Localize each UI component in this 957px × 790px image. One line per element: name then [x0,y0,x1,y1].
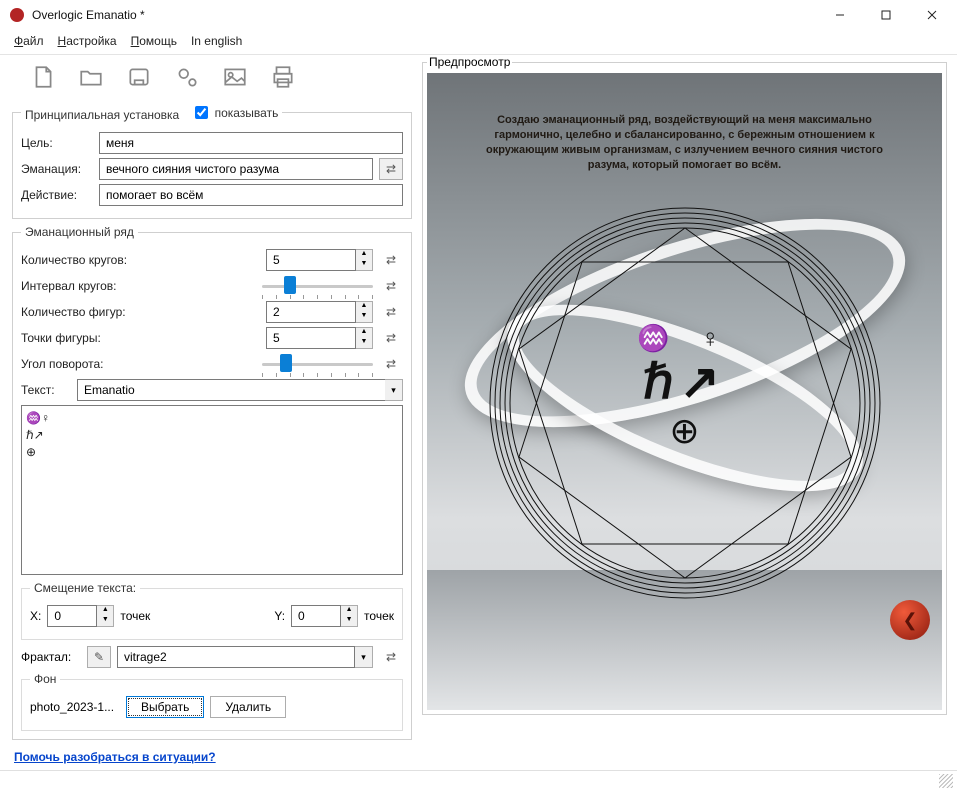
statusbar [0,770,957,790]
emanation-input[interactable] [99,158,373,180]
preview-glyphs: ♒ ♀ ℏ↗ ⊕ [427,323,942,452]
emanation-label: Эманация: [21,162,93,176]
offset-y-spinner[interactable]: ▲▼ [291,605,358,627]
preview-caption: Создаю эманационный ряд, воздействующий … [467,113,902,172]
settings-gears-icon[interactable] [168,61,206,93]
menubar: Файл Настройка Помощь In english [0,30,957,55]
resize-grip-icon[interactable] [939,774,953,788]
principal-install-group: Принципиальная установка показывать Цель… [12,103,412,219]
action-label: Действие: [21,188,93,202]
bg-legend: Фон [30,672,60,686]
maximize-button[interactable] [863,0,909,30]
fractal-combo[interactable]: ▾ [117,646,373,668]
shuffle-circle-count-icon[interactable]: ⇄ [379,249,403,271]
close-button[interactable] [909,0,955,30]
offset-x-label: X: [30,609,41,623]
print-icon[interactable] [264,61,302,93]
edit-fractal-icon[interactable]: ✎ [87,646,111,668]
toolbar [12,55,412,97]
rotation-label: Угол поворота: [21,357,139,371]
preview-legend: Предпросмотр [427,55,512,69]
new-file-icon[interactable] [24,61,62,93]
show-label: показывать [215,106,279,120]
target-input[interactable] [99,132,403,154]
titlebar: Overlogic Emanatio * [0,0,957,30]
shuffle-circle-interval-icon[interactable]: ⇄ [379,275,403,297]
rotation-slider[interactable] [262,353,373,375]
emanation-series-group: Эманационный ряд Количество кругов: ▲▼ ⇄… [12,225,412,740]
chevron-down-icon[interactable]: ▾ [355,646,373,668]
figure-count-label: Количество фигур: [21,305,139,319]
choose-bg-button[interactable]: Выбрать [126,696,204,718]
help-situation-link[interactable]: Помочь разобраться в ситуации? [14,750,216,764]
window-title: Overlogic Emanatio * [32,8,145,22]
background-group: Фон photo_2023-1... Выбрать Удалить [21,672,403,731]
menu-settings[interactable]: Настройка [58,34,117,48]
series-legend: Эманационный ряд [21,225,138,239]
circle-count-spinner[interactable]: ▲▼ [266,249,373,271]
text-label: Текст: [21,383,71,397]
open-folder-icon[interactable] [72,61,110,93]
figure-points-label: Точки фигуры: [21,331,139,345]
shuffle-rotation-icon[interactable]: ⇄ [379,353,403,375]
circle-count-label: Количество кругов: [21,253,139,267]
shuffle-figure-count-icon[interactable]: ⇄ [379,301,403,323]
action-input[interactable] [99,184,403,206]
menu-help[interactable]: Помощь [131,34,177,48]
shuffle-fractal-icon[interactable]: ⇄ [379,646,403,668]
offset-y-label: Y: [274,609,285,623]
minimize-button[interactable] [817,0,863,30]
image-icon[interactable] [216,61,254,93]
principal-legend: Принципиальная установка показывать [21,103,282,122]
delete-bg-button[interactable]: Удалить [210,696,286,718]
text-combo[interactable]: ▾ [77,379,403,401]
offset-x-spinner[interactable]: ▲▼ [47,605,114,627]
help-link-row: Помочь разобраться в ситуации? [0,744,957,770]
circle-interval-slider[interactable] [262,275,373,297]
menu-lang[interactable]: In english [191,34,242,48]
offset-legend: Смещение текста: [30,581,140,595]
shuffle-figure-points-icon[interactable]: ⇄ [379,327,403,349]
app-icon [10,8,24,22]
bg-filename: photo_2023-1... [30,700,120,714]
back-circle-button[interactable]: ❮ [890,600,930,640]
show-checkbox[interactable] [195,106,208,119]
preview-group: Предпросмотр Создаю эманационный ряд, во… [422,55,947,715]
chevron-down-icon[interactable]: ▾ [385,379,403,401]
figure-points-spinner[interactable]: ▲▼ [266,327,373,349]
fractal-label: Фрактал: [21,650,81,664]
target-label: Цель: [21,136,93,150]
offset-y-unit: точек [364,609,394,623]
figure-count-spinner[interactable]: ▲▼ [266,301,373,323]
menu-file[interactable]: Файл [14,34,44,48]
preview-canvas: Создаю эманационный ряд, воздействующий … [427,73,942,710]
glyph-canvas[interactable]: ♒♀ℏ↗⊕ [21,405,403,575]
text-offset-group: Смещение текста: X: ▲▼ точек Y: ▲▼ точек [21,581,403,640]
circle-interval-label: Интервал кругов: [21,279,139,293]
offset-x-unit: точек [120,609,150,623]
shuffle-emanation-icon[interactable]: ⇄ [379,158,403,180]
save-icon[interactable] [120,61,158,93]
